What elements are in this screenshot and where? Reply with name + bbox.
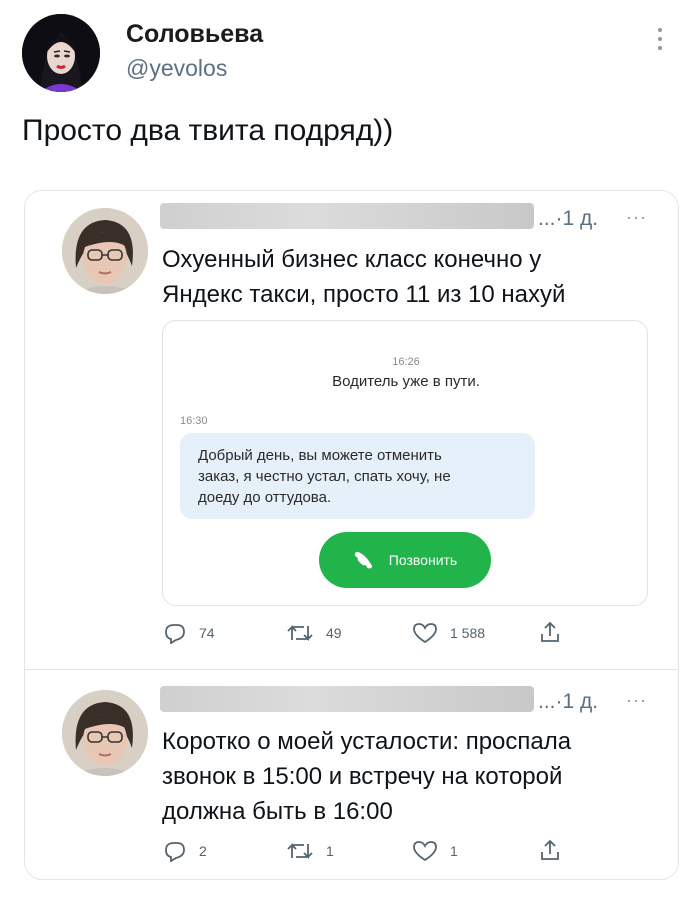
quoted-avatar[interactable] [62,208,148,294]
like-count: 1 [450,843,458,859]
share-icon [541,839,559,860]
quoted-author-blurred[interactable] [160,203,534,229]
like-button[interactable]: 1 [412,840,458,862]
reply-button[interactable]: 2 [163,840,207,862]
reply-button[interactable]: 74 [163,622,215,644]
retweet-count: 49 [326,625,342,641]
quoted-text: Коротко о моей усталости: проспала звоно… [162,724,642,829]
like-button[interactable]: 1 588 [412,622,485,644]
author-handle[interactable]: @yevolos [126,55,227,82]
heart-icon [413,841,437,862]
quoted-more-icon[interactable]: ··· [626,207,647,228]
heart-icon [413,623,437,644]
reply-icon [165,842,185,862]
chat-message-line: заказ, я честно устал, спать хочу, не [198,468,451,485]
quoted-avatar-photo [62,690,148,776]
tweet-text: Просто два твита подряд)) [22,114,394,147]
chat-message-line: Добрый день, вы можете отменить [198,447,442,464]
quoted-text-line: должна быть в 16:00 [162,798,393,825]
more-options-icon[interactable] [655,28,665,55]
avatar-illustration [22,14,100,92]
quoted-media-image[interactable]: 16:26 Водитель уже в пути. 16:30 Добрый … [162,320,648,606]
quoted-divider [24,669,679,670]
quoted-author-blurred[interactable] [160,686,534,712]
retweet-count: 1 [326,843,334,859]
share-button[interactable] [538,620,574,644]
call-button[interactable]: Позвонить [319,532,491,588]
quoted-text-line: Охуенный бизнес класс конечно у [162,246,542,273]
phone-icon [354,551,373,569]
reply-count: 2 [199,843,207,859]
quoted-avatar-photo [62,208,148,294]
chat-time: 16:26 [392,356,420,368]
retweet-icon [287,842,313,860]
author-name[interactable]: Соловьева [126,20,263,49]
quoted-avatar[interactable] [62,690,148,776]
chat-status: Водитель уже в пути. [332,373,480,390]
reply-icon [165,624,185,644]
quoted-text-line: звонок в 15:00 и встречу на которой [162,763,563,790]
chat-message-bubble: Добрый день, вы можете отменить заказ, я… [180,433,535,519]
share-button[interactable] [538,838,574,862]
quoted-text-line: Коротко о моей усталости: проспала [162,728,572,755]
reply-count: 74 [199,625,215,641]
share-icon [541,621,559,642]
author-avatar[interactable] [22,14,100,92]
like-count: 1 588 [450,625,486,641]
quoted-text: Охуенный бизнес класс конечно у Яндекс т… [162,242,642,312]
retweet-button[interactable]: 49 [286,622,342,644]
quoted-text-line: Яндекс такси, просто 11 из 10 нахуй [162,281,566,308]
quoted-time[interactable]: ...·1 д. [538,207,598,231]
quoted-more-icon[interactable]: ··· [626,690,647,711]
quoted-time[interactable]: ...·1 д. [538,690,598,714]
retweet-button[interactable]: 1 [286,840,334,862]
retweet-icon [287,624,313,642]
chat-time: 16:30 [180,415,208,427]
call-label: Позвонить [388,552,458,568]
chat-message-line: доеду до оттудова. [198,489,332,506]
